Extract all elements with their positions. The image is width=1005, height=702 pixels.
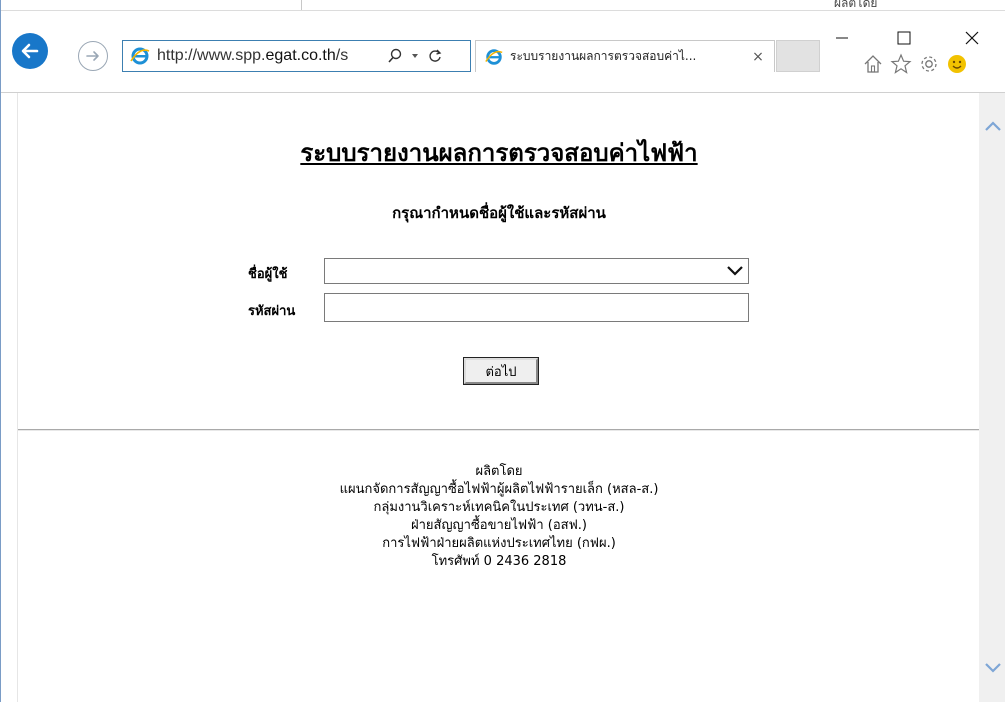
chevron-down-icon bbox=[984, 663, 1001, 673]
tab-close-button[interactable]: × bbox=[748, 49, 768, 65]
credits-line: แผนกจัดการสัญญาซื้อไฟฟ้าผู้ผลิตไฟฟ้ารายเ… bbox=[339, 482, 659, 497]
minimize-icon bbox=[836, 37, 848, 39]
forward-button[interactable] bbox=[78, 41, 108, 71]
credits-line: ฝ่ายสัญญาซื้อขายไฟฟ้า (อสฟ.) bbox=[411, 518, 587, 533]
maximize-button[interactable] bbox=[881, 23, 927, 53]
feedback-button[interactable] bbox=[945, 52, 969, 76]
forward-icon bbox=[86, 51, 99, 61]
home-button[interactable] bbox=[861, 52, 885, 76]
tab-current[interactable]: ระบบรายงานผลการตรวจสอบค่าไ... × bbox=[475, 40, 775, 72]
credits-line: โทรศัพท์ 0 2436 2818 bbox=[431, 554, 567, 569]
credits-block: ผลิตโดย แผนกจัดการสัญญาซื้อไฟฟ้าผู้ผลิตไ… bbox=[18, 463, 980, 571]
settings-button[interactable] bbox=[917, 52, 941, 76]
background-window-strip: ผลิตโดย bbox=[1, 0, 1005, 10]
credits-line: กลุ่มงานวิเคราะห์เทคนิคในประเทศ (วทน-ส.) bbox=[373, 500, 625, 515]
credits-line: ผลิตโดย bbox=[475, 464, 523, 479]
username-select[interactable] bbox=[324, 258, 749, 284]
address-bar[interactable]: http://www.spp.egat.co.th/s bbox=[122, 40, 471, 72]
favorites-star-icon bbox=[890, 53, 912, 74]
favorites-button[interactable] bbox=[889, 52, 913, 76]
scroll-down-button[interactable] bbox=[979, 653, 1005, 683]
home-icon bbox=[864, 55, 882, 73]
back-icon bbox=[21, 43, 39, 59]
credits-line: การไฟฟ้าฝ่ายผลิตแห่งประเทศไทย (กฟผ.) bbox=[382, 536, 616, 551]
password-field[interactable] bbox=[324, 293, 749, 322]
dropdown-icon bbox=[412, 54, 418, 58]
search-button[interactable] bbox=[385, 44, 405, 68]
search-icon bbox=[388, 48, 402, 63]
back-button[interactable] bbox=[12, 33, 48, 69]
ie-logo-icon bbox=[130, 47, 150, 65]
scroll-up-button[interactable] bbox=[979, 111, 1005, 141]
close-icon bbox=[965, 31, 979, 45]
url-text[interactable]: http://www.spp.egat.co.th/s bbox=[157, 47, 385, 65]
tab-title: ระบบรายงานผลการตรวจสอบค่าไ... bbox=[510, 49, 697, 63]
browser-window: ผลิตโดย http://www.spp.egat.co.th/s ระบบ… bbox=[0, 0, 1005, 702]
ie-tab-icon bbox=[485, 48, 503, 65]
page-title: ระบบรายงานผลการตรวจสอบค่าไฟฟ้า bbox=[300, 139, 698, 167]
close-window-button[interactable] bbox=[949, 23, 995, 53]
login-instruction: กรุณากำหนดชื่อผู้ใช้และรหัสผ่าน bbox=[392, 204, 606, 222]
address-dropdown-button[interactable] bbox=[405, 44, 425, 68]
username-label: ชื่อผู้ใช้ bbox=[248, 267, 288, 282]
password-label: รหัสผ่าน bbox=[248, 304, 296, 319]
vertical-scrollbar[interactable] bbox=[979, 93, 1005, 702]
maximize-icon bbox=[897, 31, 911, 45]
refresh-icon bbox=[429, 49, 442, 62]
next-button[interactable]: ต่อไป bbox=[463, 357, 539, 385]
chevron-up-icon bbox=[984, 121, 1001, 131]
smiley-feedback-icon bbox=[948, 55, 966, 73]
settings-gear-icon bbox=[921, 56, 937, 72]
chevron-down-icon bbox=[726, 263, 744, 283]
minimize-button[interactable] bbox=[819, 23, 865, 53]
background-divider bbox=[301, 0, 302, 10]
new-tab-button[interactable] bbox=[776, 40, 820, 72]
refresh-button[interactable] bbox=[425, 44, 445, 68]
page-viewport: ระบบรายงานผลการตรวจสอบค่าไฟฟ้า กรุณากำหน… bbox=[17, 93, 980, 702]
section-divider bbox=[18, 429, 980, 431]
